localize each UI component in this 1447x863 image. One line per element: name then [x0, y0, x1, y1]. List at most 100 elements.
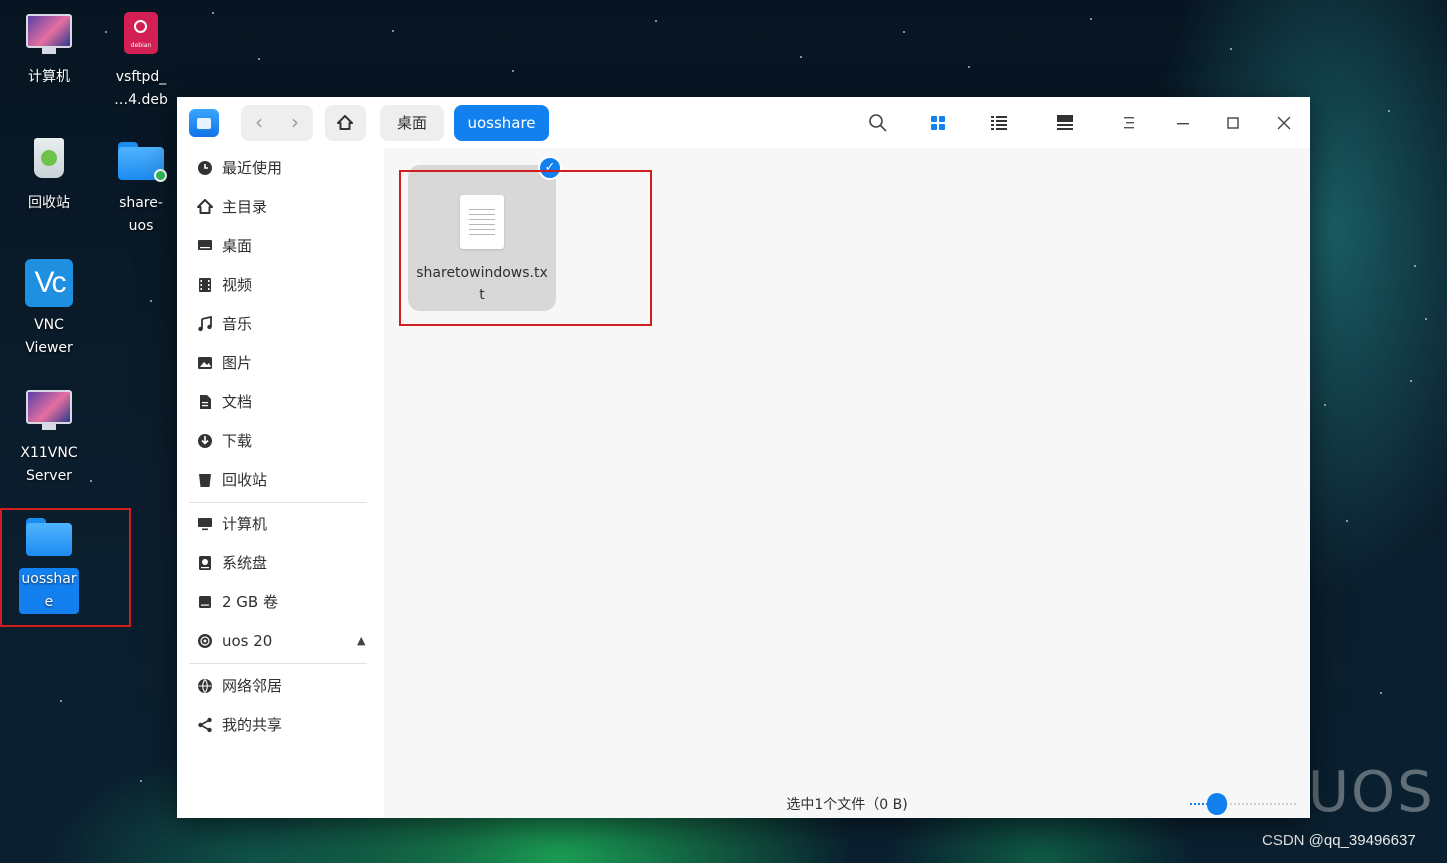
sidebar-item-desktop[interactable]: 桌面 — [187, 228, 367, 264]
desktop-icon-vnc-viewer[interactable]: Vc VNC Viewer — [4, 258, 94, 360]
x11vnc-monitor-icon — [24, 386, 74, 436]
desktop-icon-label: 回收站 — [28, 195, 70, 211]
network-icon — [198, 679, 212, 693]
desktop-icon-share-uos[interactable]: share- uos — [96, 136, 186, 238]
sidebar-item-network[interactable]: 网络邻居 — [187, 668, 367, 704]
highlight-box-desktop — [0, 508, 131, 627]
sidebar-item-label: 视频 — [222, 276, 253, 294]
nav-buttons: ‹ › — [241, 105, 313, 141]
sidebar-divider — [189, 502, 367, 503]
desktop-icon-computer[interactable]: 计算机 — [4, 10, 94, 89]
trash-icon — [199, 474, 211, 487]
sidebar-item-pictures[interactable]: 图片 — [187, 345, 367, 381]
sidebar-item-label: 2 GB 卷 — [222, 593, 278, 611]
home-button[interactable] — [325, 105, 366, 141]
eject-icon[interactable]: ▲ — [357, 634, 365, 647]
highlight-box-file — [399, 170, 652, 326]
detail-view-icon — [1057, 115, 1073, 130]
sidebar-item-system-disk[interactable]: 系统盘 — [187, 545, 367, 581]
sidebar-item-label: uos 20 — [222, 632, 273, 650]
sidebar-item-label: 系统盘 — [222, 554, 268, 572]
sidebar-divider — [189, 663, 367, 664]
file-manager-app-icon[interactable] — [189, 109, 219, 137]
icon-view-icon — [931, 116, 945, 130]
video-icon — [199, 278, 211, 292]
titlebar: ‹ › 桌面 uosshare — [177, 97, 1310, 148]
sidebar-item-videos[interactable]: 视频 — [187, 267, 367, 303]
desktop-icon-trash[interactable]: 回收站 — [4, 136, 94, 215]
sidebar-item-uos20[interactable]: uos 20 ▲ — [187, 623, 367, 659]
sidebar-item-label: 下载 — [222, 432, 253, 450]
home-icon — [197, 199, 213, 214]
menu-icon — [1124, 117, 1134, 129]
download-icon — [198, 434, 212, 448]
vnc-glyph: Vc — [25, 259, 73, 307]
picture-icon — [198, 357, 212, 369]
minimize-icon — [1177, 123, 1189, 125]
shared-folder-icon — [116, 136, 167, 186]
system-disk-icon — [199, 556, 211, 570]
search-icon — [869, 114, 887, 132]
desktop-icon-label: VNC Viewer — [25, 317, 73, 356]
breadcrumb-uosshare[interactable]: uosshare — [454, 105, 549, 141]
computer-icon — [198, 518, 212, 531]
sidebar-item-trash[interactable]: 回收站 — [187, 462, 367, 498]
home-icon — [337, 115, 353, 130]
minimize-button[interactable] — [1167, 107, 1199, 139]
sidebar-item-label: 计算机 — [222, 515, 268, 533]
uos-brand-logo: UOS — [1308, 760, 1435, 825]
vnc-viewer-icon: Vc — [24, 258, 74, 308]
sidebar-item-computer[interactable]: 计算机 — [187, 506, 367, 542]
sidebar-item-my-share[interactable]: 我的共享 — [187, 707, 367, 743]
sidebar-item-label: 音乐 — [222, 315, 253, 333]
sidebar-item-recent[interactable]: 最近使用 — [187, 150, 367, 186]
desktop-icon-label: 计算机 — [28, 69, 70, 85]
list-view-button[interactable] — [983, 107, 1015, 139]
share-icon — [198, 717, 212, 733]
detail-view-button[interactable] — [1049, 107, 1081, 139]
debian-package-icon: debian — [116, 10, 166, 60]
sidebar-item-label: 网络邻居 — [222, 677, 283, 695]
desktop-icon-label: X11VNC Server — [20, 445, 78, 484]
desktop-icon — [198, 240, 212, 250]
menu-button[interactable] — [1114, 107, 1146, 139]
sidebar-item-label: 主目录 — [222, 198, 268, 216]
optical-disc-icon — [198, 634, 212, 648]
document-icon — [200, 395, 211, 409]
deb-logo-text: debian — [130, 42, 152, 49]
breadcrumb-desktop[interactable]: 桌面 — [380, 105, 444, 141]
forward-button[interactable]: › — [277, 105, 313, 141]
clock-icon — [198, 161, 212, 175]
music-icon — [198, 316, 212, 332]
recycle-bin-icon — [24, 136, 74, 186]
sidebar-item-volume[interactable]: 2 GB 卷 — [187, 584, 367, 620]
desktop-icon-label: share- uos — [119, 195, 163, 234]
icon-size-slider[interactable] — [1190, 792, 1296, 816]
list-view-icon — [991, 116, 1007, 130]
sidebar-item-label: 最近使用 — [222, 159, 283, 177]
close-button[interactable] — [1268, 107, 1300, 139]
back-button[interactable]: ‹ — [241, 105, 277, 141]
maximize-icon — [1227, 117, 1239, 129]
sidebar: 最近使用 主目录 桌面 视频 音乐 图片 文档 下载 回收站 计算机 系统盘 2… — [177, 148, 384, 818]
sidebar-item-downloads[interactable]: 下载 — [187, 423, 367, 459]
sidebar-item-label: 桌面 — [222, 237, 253, 255]
sidebar-item-documents[interactable]: 文档 — [187, 384, 367, 420]
sidebar-item-label: 我的共享 — [222, 716, 283, 734]
sidebar-item-label: 文档 — [222, 393, 253, 411]
csdn-watermark: CSDN @qq_39496637 — [1262, 832, 1416, 849]
volume-icon — [199, 596, 211, 608]
desktop-icon-x11vnc-server[interactable]: X11VNC Server — [4, 386, 94, 488]
sidebar-item-music[interactable]: 音乐 — [187, 306, 367, 342]
close-icon — [1277, 116, 1291, 130]
sidebar-item-home[interactable]: 主目录 — [187, 189, 367, 225]
file-view[interactable]: sharetowindows.txt ✓ 选中1个文件（0 B) — [384, 148, 1310, 818]
desktop-icon-label: vsftpd_ …4.deb — [114, 69, 168, 108]
icon-view-button[interactable] — [922, 107, 954, 139]
maximize-button[interactable] — [1217, 107, 1249, 139]
search-button[interactable] — [862, 107, 894, 139]
status-bar-text: 选中1个文件（0 B) — [786, 797, 908, 813]
sidebar-item-label: 回收站 — [222, 471, 268, 489]
desktop-icon-vsftpd-deb[interactable]: debian vsftpd_ …4.deb — [96, 10, 186, 112]
slider-handle[interactable] — [1206, 793, 1227, 815]
